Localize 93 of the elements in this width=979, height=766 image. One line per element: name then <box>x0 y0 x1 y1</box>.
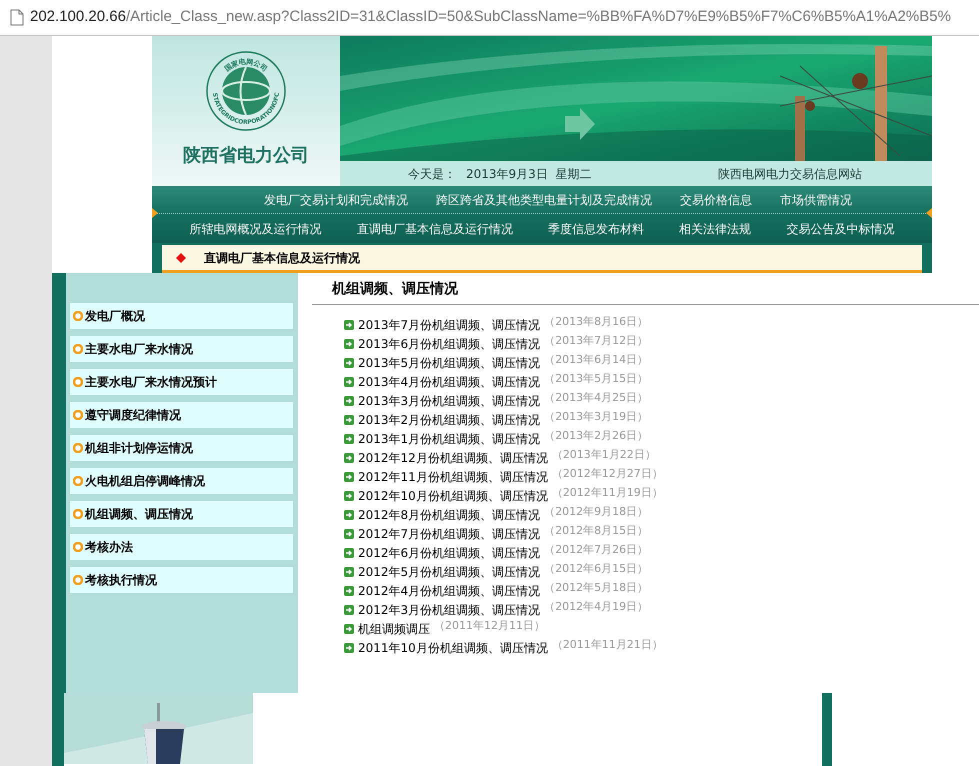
bullet-icon <box>73 377 83 387</box>
sidebar-item[interactable]: 考核执行情况 <box>70 567 293 593</box>
article-link[interactable]: 2013年1月份机组调频、调压情况 <box>358 430 540 448</box>
arrow-icon <box>344 358 354 368</box>
arrow-icon <box>344 320 354 330</box>
nav-link[interactable]: 所辖电网概况及运行情况 <box>190 220 322 238</box>
article-date: （2012年8月15日） <box>544 523 648 540</box>
article-link[interactable]: 2013年5月份机组调频、调压情况 <box>358 354 540 372</box>
bullet-icon <box>73 509 83 519</box>
article-date: （2013年4月25日） <box>544 390 648 406</box>
article-date: （2013年6月14日） <box>544 352 648 368</box>
breadcrumb-text: 直调电厂基本信息及运行情况 <box>204 250 360 266</box>
article-link[interactable]: 2012年3月份机组调频、调压情况 <box>358 600 540 618</box>
article-date: （2013年1月22日） <box>552 447 656 464</box>
bullet-icon <box>73 542 83 552</box>
article-date: （2013年3月19日） <box>544 409 648 426</box>
arrow-icon <box>344 510 354 520</box>
article-link[interactable]: 2012年5月份机组调频、调压情况 <box>358 562 540 580</box>
article-link[interactable]: 2013年3月份机组调频、调压情况 <box>358 392 540 410</box>
sidebar-item[interactable]: 遵守调度纪律情况 <box>70 402 293 428</box>
arrow-icon <box>344 414 354 424</box>
diamond-icon <box>176 252 186 262</box>
nav-link[interactable]: 交易公告及中标情况 <box>786 220 894 238</box>
nav-link[interactable]: 直调电厂基本信息及运行情况 <box>356 220 513 238</box>
nav-link[interactable]: 市场供需情况 <box>780 190 852 208</box>
article-link[interactable]: 机组调频调压 <box>358 620 430 638</box>
sidebar-item[interactable]: 发电厂概况 <box>70 303 293 329</box>
article-link[interactable]: 2013年4月份机组调频、调压情况 <box>358 372 540 390</box>
arrow-icon <box>344 396 354 406</box>
company-name: 陕西省电力公司 <box>183 144 309 168</box>
date-text: 2013年9月3日 星期二 <box>466 166 592 182</box>
arrow-icon <box>344 586 354 596</box>
article-link[interactable]: 2012年6月份机组调频、调压情况 <box>358 544 540 562</box>
bullet-icon <box>73 443 83 453</box>
article-date: （2013年8月16日） <box>544 314 648 330</box>
nav-link[interactable]: 交易价格信息 <box>680 190 752 208</box>
article-date: （2013年2月26日） <box>544 428 648 444</box>
arrow-icon <box>344 548 354 558</box>
article-link[interactable]: 2013年6月份机组调频、调压情况 <box>358 334 540 352</box>
content-title: 机组调频、调压情况 <box>312 279 979 305</box>
article-date: （2012年5月18日） <box>544 580 648 596</box>
arrow-icon <box>344 490 354 500</box>
bullet-icon <box>73 410 83 420</box>
arrow-icon <box>344 452 354 462</box>
article-link[interactable]: 2012年12月份机组调频、调压情况 <box>358 448 548 466</box>
arrow-icon <box>344 624 354 634</box>
article-date: （2013年5月15日） <box>544 371 648 388</box>
bullet-icon <box>73 311 83 321</box>
url-path: /Article_Class_new.asp?Class2ID=31&ClassID=50&SubClassName=%BB%FA%D7%E9%B5%F7%C6%B5%A1%A2%B5% <box>126 7 951 28</box>
nav-link[interactable]: 发电厂交易计划和完成情况 <box>264 190 408 208</box>
arrow-icon <box>344 472 354 482</box>
article-link[interactable]: 2013年7月份机组调频、调压情况 <box>358 316 540 334</box>
article-date: （2012年7月26日） <box>544 542 648 558</box>
article-link[interactable]: 2013年2月份机组调频、调压情况 <box>358 410 540 428</box>
bullet-icon <box>73 344 83 354</box>
article-link[interactable]: 2012年4月份机组调频、调压情况 <box>358 582 540 600</box>
arrow-icon <box>344 434 354 444</box>
article-link[interactable]: 2012年7月份机组调频、调压情况 <box>358 524 540 542</box>
arrow-icon <box>344 528 354 538</box>
article-date: （2011年11月21日） <box>552 637 663 654</box>
article-date: （2012年6月15日） <box>544 561 648 578</box>
date-label: 今天是： <box>408 166 456 182</box>
sidebar-item[interactable]: 考核办法 <box>70 534 293 560</box>
sidebar-item[interactable]: 机组非计划停运情况 <box>70 435 293 461</box>
sidebar-item[interactable]: 主要水电厂来水情况 <box>70 336 293 362</box>
site-name: 陕西电网电力交易信息网站 <box>718 166 862 182</box>
nav-link[interactable]: 跨区跨省及其他类型电量计划及完成情况 <box>436 190 652 208</box>
arrow-icon <box>344 338 354 348</box>
triangle-icon <box>152 208 158 218</box>
bullet-icon <box>73 476 83 486</box>
sidebar-item[interactable]: 机组调频、调压情况 <box>70 501 293 527</box>
page-icon <box>10 9 24 26</box>
article-date: （2012年4月19日） <box>544 599 648 616</box>
arrow-icon <box>344 566 354 576</box>
arrow-icon <box>344 376 354 386</box>
article-link[interactable]: 2012年8月份机组调频、调压情况 <box>358 506 540 524</box>
triangle-icon <box>926 208 932 218</box>
arrow-icon <box>344 642 354 652</box>
article-link[interactable]: 2012年11月份机组调频、调压情况 <box>358 468 548 486</box>
sidebar-item[interactable]: 主要水电厂来水情况预计 <box>70 369 293 395</box>
article-date: （2012年9月18日） <box>544 504 648 520</box>
article-link[interactable]: 2012年10月份机组调频、调压情况 <box>358 486 548 504</box>
nav-link[interactable]: 季度信息发布材料 <box>548 220 644 238</box>
nav-link[interactable]: 相关法律法规 <box>679 220 752 238</box>
article-date: （2011年12月11日） <box>434 618 545 634</box>
sidebar-item[interactable]: 火电机组启停调峰情况 <box>70 468 293 494</box>
url-host: 202.100.20.66 <box>30 7 126 28</box>
article-link[interactable]: 2011年10月份机组调频、调压情况 <box>358 638 548 656</box>
bullet-icon <box>73 575 83 585</box>
arrow-icon <box>344 604 354 614</box>
article-date: （2013年7月12日） <box>544 333 648 350</box>
article-date: （2012年11月19日） <box>552 485 663 502</box>
article-date: （2012年12月27日） <box>552 466 663 482</box>
